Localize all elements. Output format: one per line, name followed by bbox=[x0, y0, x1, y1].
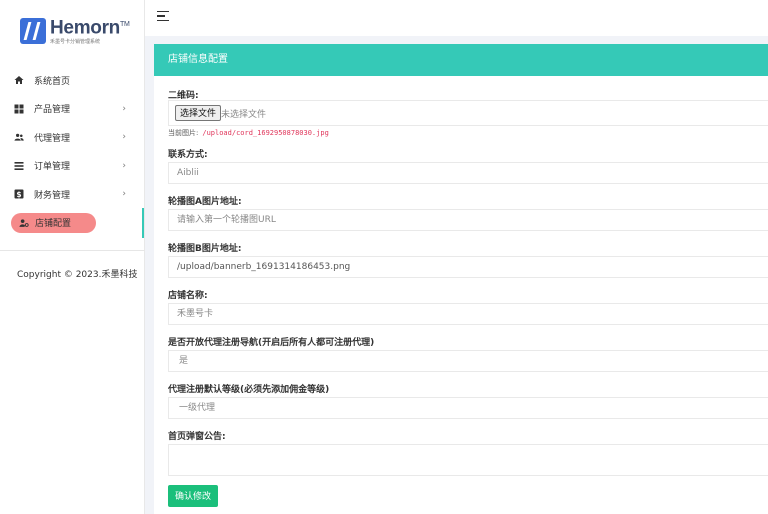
sidebar-item-label: 系统首页 bbox=[34, 76, 71, 87]
open-registration-select[interactable]: 是 bbox=[168, 350, 768, 372]
chevron-right-icon: › bbox=[122, 132, 126, 143]
notice-textarea[interactable] bbox=[168, 444, 768, 476]
logo-text: HemornTM 禾墨号卡分销管理系统 bbox=[50, 16, 130, 45]
open-registration-label: 是否开放代理注册导航(开启后所有人都可注册代理) bbox=[168, 338, 375, 348]
top-header bbox=[145, 0, 768, 36]
submit-button[interactable]: 确认修改 bbox=[168, 485, 218, 507]
current-image-info: 当前图片:/upload/cord_1692950878030.jpg bbox=[168, 128, 329, 138]
user-gear-icon bbox=[19, 218, 29, 228]
home-icon bbox=[14, 75, 24, 85]
default-level-label: 代理注册默认等级(必须先添加佣金等级) bbox=[168, 385, 330, 395]
choose-file-button[interactable]: 选择文件 bbox=[175, 105, 222, 121]
contact-input[interactable]: Aiblii bbox=[168, 162, 768, 184]
sidebar-item-label: 店铺配置 bbox=[35, 219, 72, 229]
sidebar-item-agents[interactable]: 代理管理 › bbox=[0, 123, 144, 152]
sidebar-item-label: 产品管理 bbox=[34, 105, 71, 116]
chevron-right-icon: › bbox=[122, 189, 126, 200]
users-icon bbox=[14, 132, 24, 142]
banner-a-input[interactable]: 请输入第一个轮播图URL bbox=[168, 209, 768, 231]
notice-label: 首页弹窗公告: bbox=[168, 432, 226, 442]
logo[interactable]: HemornTM 禾墨号卡分销管理系统 bbox=[0, 0, 144, 62]
logo-mark-icon bbox=[20, 18, 46, 44]
copyright-text: Copyright © 2023.禾墨科技 bbox=[17, 270, 138, 280]
sidebar-item-label: 代理管理 bbox=[34, 133, 71, 144]
panel-title: 店铺信息配置 bbox=[154, 44, 768, 76]
dollar-icon: $ bbox=[14, 189, 24, 199]
list-icon bbox=[14, 161, 24, 171]
chevron-right-icon: › bbox=[122, 160, 126, 171]
brand-title: HemornTM bbox=[50, 17, 130, 39]
sidebar: HemornTM 禾墨号卡分销管理系统 系统首页 产品管理 › 代理管理 › 订… bbox=[0, 0, 145, 514]
sidebar-item-products[interactable]: 产品管理 › bbox=[0, 95, 144, 124]
banner-b-label: 轮播图B图片地址: bbox=[168, 244, 242, 254]
shop-name-label: 店铺名称: bbox=[168, 291, 208, 301]
grid-icon bbox=[14, 104, 24, 114]
menu-toggle-icon[interactable] bbox=[157, 11, 169, 21]
sidebar-item-label: 订单管理 bbox=[34, 162, 71, 173]
svg-text:$: $ bbox=[16, 190, 21, 199]
sidebar-item-label: 财务管理 bbox=[34, 190, 71, 201]
sidebar-item-shop-config[interactable]: 店铺配置 bbox=[11, 212, 96, 233]
active-indicator bbox=[142, 208, 144, 238]
shop-name-input[interactable]: 禾墨号卡 bbox=[168, 303, 768, 325]
chevron-right-icon: › bbox=[122, 103, 126, 114]
sidebar-nav: 系统首页 产品管理 › 代理管理 › 订单管理 › $ 财务管理 › 店铺配置 bbox=[0, 66, 144, 233]
file-status: 未选择文件 bbox=[221, 110, 267, 120]
banner-b-input[interactable]: /upload/bannerb_1691314186453.png bbox=[168, 256, 768, 278]
sidebar-divider bbox=[0, 250, 145, 251]
banner-a-label: 轮播图A图片地址: bbox=[168, 197, 242, 207]
sidebar-item-home[interactable]: 系统首页 bbox=[0, 66, 144, 95]
brand-subtitle: 禾墨号卡分销管理系统 bbox=[50, 38, 101, 45]
contact-label: 联系方式: bbox=[168, 150, 208, 160]
current-image-path: /upload/cord_1692950878030.jpg bbox=[202, 129, 329, 137]
default-level-select[interactable]: 一级代理 bbox=[168, 397, 768, 419]
sidebar-item-finance[interactable]: $ 财务管理 › bbox=[0, 180, 144, 209]
sidebar-item-orders[interactable]: 订单管理 › bbox=[0, 152, 144, 181]
current-image-label: 当前图片: bbox=[168, 129, 199, 137]
